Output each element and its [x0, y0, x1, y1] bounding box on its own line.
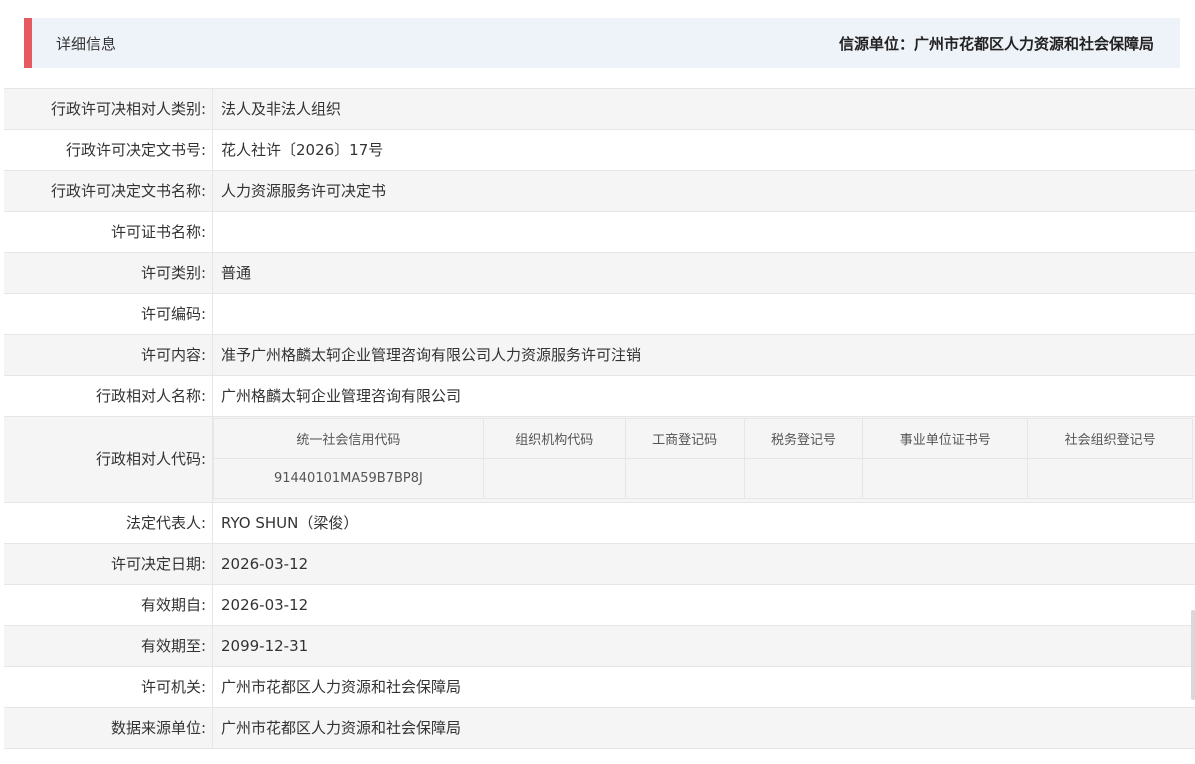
row-value: [213, 212, 1195, 252]
row-label: 行政相对人代码:: [4, 417, 213, 502]
row-label: 法定代表人:: [4, 503, 213, 543]
codes-value-cell: [862, 458, 1029, 499]
codes-header-cell: 统一社会信用代码: [213, 418, 484, 459]
row-label: 有效期自:: [4, 585, 213, 625]
codes-value-cell: [482, 458, 626, 499]
detail-row: 行政许可决定文书号: 花人社许〔2026〕17号: [4, 130, 1195, 171]
row-label: 许可内容:: [4, 335, 213, 375]
row-label: 许可机关:: [4, 667, 213, 707]
detail-row: 数据来源单位: 广州市花都区人力资源和社会保障局: [4, 708, 1195, 749]
row-label: 行政许可决定文书号:: [4, 130, 213, 170]
codes-header-cell: 工商登记码: [624, 418, 745, 459]
row-value: 2099-12-31: [221, 637, 309, 655]
row-label: 行政许可决定文书名称:: [4, 171, 213, 211]
row-label: 许可编码:: [4, 294, 213, 334]
codes-table: 统一社会信用代码 组织机构代码 工商登记码 税务登记号 事业单位证书号 社会组织…: [213, 418, 1193, 499]
header-source-unit: 信源单位：广州市花都区人力资源和社会保障局: [838, 34, 1154, 53]
header-accent-bar: [24, 18, 32, 68]
detail-row: 行政相对人名称: 广州格麟太轲企业管理咨询有限公司: [4, 376, 1195, 417]
codes-header-cell: 组织机构代码: [482, 418, 626, 459]
detail-row: 许可内容: 准予广州格麟太轲企业管理咨询有限公司人力资源服务许可注销: [4, 335, 1195, 376]
detail-row-codes: 行政相对人代码: 统一社会信用代码 组织机构代码 工商登记码 税务登记号 事业单…: [4, 417, 1195, 503]
row-label: 有效期至:: [4, 626, 213, 666]
codes-cell: 统一社会信用代码 组织机构代码 工商登记码 税务登记号 事业单位证书号 社会组织…: [213, 417, 1195, 502]
row-value: 准予广州格麟太轲企业管理咨询有限公司人力资源服务许可注销: [221, 346, 642, 364]
codes-value-cell: [1027, 458, 1193, 499]
codes-value-cell: 91440101MA59B7BP8J: [213, 458, 484, 499]
row-value: RYO SHUN（梁俊）: [221, 514, 359, 532]
detail-row: 有效期自: 2026-03-12: [4, 585, 1195, 626]
detail-row: 许可编码:: [4, 294, 1195, 335]
row-label: 行政相对人名称:: [4, 376, 213, 416]
row-label: 许可类别:: [4, 253, 213, 293]
detail-row: 行政许可决相对人类别: 法人及非法人组织: [4, 89, 1195, 130]
codes-header-cell: 社会组织登记号: [1027, 418, 1193, 459]
row-value: 花人社许〔2026〕17号: [221, 141, 384, 159]
detail-row: 许可类别: 普通: [4, 253, 1195, 294]
row-value: 2026-03-12: [221, 596, 309, 614]
detail-row: 许可机关: 广州市花都区人力资源和社会保障局: [4, 667, 1195, 708]
vertical-scrollbar[interactable]: [1191, 610, 1195, 700]
row-value: 2026-03-12: [221, 555, 309, 573]
row-value: 法人及非法人组织: [221, 100, 342, 118]
codes-value-cell: [624, 458, 745, 499]
detail-header: 详细信息 信源单位：广州市花都区人力资源和社会保障局: [24, 18, 1180, 68]
codes-header-row: 统一社会信用代码 组织机构代码 工商登记码 税务登记号 事业单位证书号 社会组织…: [213, 418, 1193, 459]
detail-row: 许可决定日期: 2026-03-12: [4, 544, 1195, 585]
row-label: 许可决定日期:: [4, 544, 213, 584]
row-label: 数据来源单位:: [4, 708, 213, 748]
detail-table: 行政许可决相对人类别: 法人及非法人组织 行政许可决定文书号: 花人社许〔202…: [4, 88, 1195, 749]
row-value: 人力资源服务许可决定书: [221, 182, 387, 200]
row-label: 许可证书名称:: [4, 212, 213, 252]
row-value: [213, 294, 1195, 334]
codes-value-cell: [743, 458, 864, 499]
codes-value-row: 91440101MA59B7BP8J: [213, 458, 1193, 499]
codes-header-cell: 事业单位证书号: [862, 418, 1029, 459]
row-value: 广州格麟太轲企业管理咨询有限公司: [221, 387, 462, 405]
detail-row: 行政许可决定文书名称: 人力资源服务许可决定书: [4, 171, 1195, 212]
row-value: 广州市花都区人力资源和社会保障局: [221, 678, 462, 696]
row-label: 行政许可决相对人类别:: [4, 89, 213, 129]
codes-header-cell: 税务登记号: [743, 418, 864, 459]
header-title: 详细信息: [56, 34, 117, 53]
detail-row: 许可证书名称:: [4, 212, 1195, 253]
row-value: 普通: [221, 264, 252, 282]
row-value: 广州市花都区人力资源和社会保障局: [221, 719, 462, 737]
detail-row: 有效期至: 2099-12-31: [4, 626, 1195, 667]
detail-row: 法定代表人: RYO SHUN（梁俊）: [4, 503, 1195, 544]
